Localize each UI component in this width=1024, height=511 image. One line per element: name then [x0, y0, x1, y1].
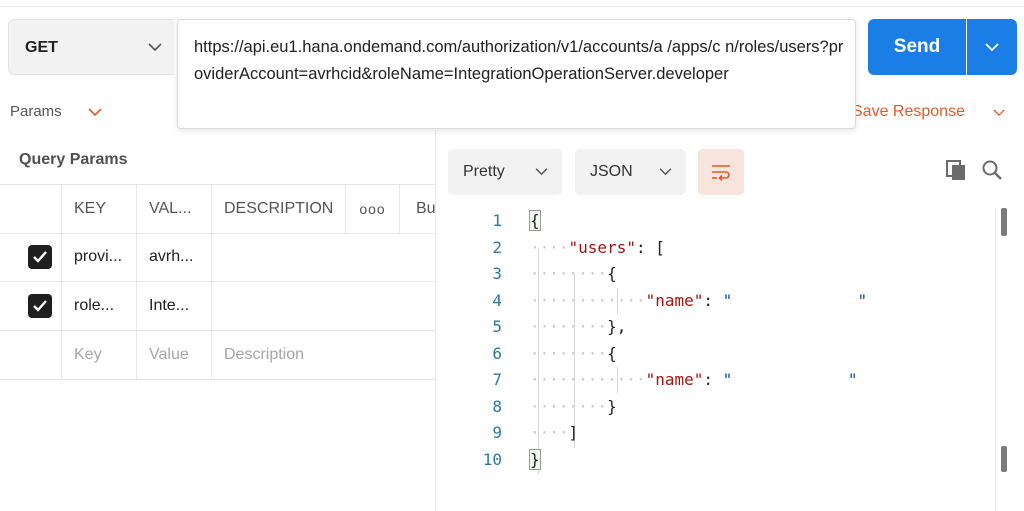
- param-value-cell[interactable]: Inte...: [137, 282, 212, 330]
- param-checkbox[interactable]: [28, 294, 52, 318]
- json-punct: : [: [635, 237, 665, 257]
- method-label: GET: [25, 39, 58, 56]
- line-number: 5: [492, 317, 502, 336]
- json-bracket: }: [529, 448, 541, 470]
- response-body-viewer[interactable]: 1 { 2 ····"users": [ 3 ········{ 4 ·····…: [436, 208, 996, 498]
- format-type-select[interactable]: JSON: [575, 149, 686, 195]
- param-key-cell[interactable]: role...: [62, 282, 137, 330]
- json-punct: ]: [568, 423, 579, 442]
- url-input[interactable]: https://api.eu1.hana.ondemand.com/author…: [177, 19, 856, 129]
- code-line: 10 }: [436, 447, 996, 474]
- code-line: 2 ····"users": [: [436, 235, 996, 262]
- header-checkbox-cell: [0, 185, 62, 233]
- line-number: 2: [492, 237, 502, 257]
- whitespace: ············: [530, 370, 646, 389]
- whitespace: ········: [530, 317, 608, 336]
- line-number: 9: [492, 423, 502, 442]
- chevron-down-icon: [659, 168, 672, 176]
- url-text: https://api.eu1.hana.ondemand.com/author…: [194, 38, 844, 83]
- scrollbar-thumb[interactable]: [1001, 208, 1007, 236]
- param-value-cell[interactable]: avrh...: [137, 233, 212, 281]
- json-key: "name": [645, 290, 704, 310]
- header-key: KEY: [62, 185, 137, 233]
- json-punct: {: [607, 343, 617, 363]
- param-description-cell[interactable]: [212, 282, 435, 330]
- table-header-row: KEY VAL... DESCRIPTION ooo Bu: [0, 184, 435, 234]
- json-bracket: {: [529, 210, 541, 231]
- code-line: 4 ············"name": " ": [436, 288, 996, 315]
- table-row: provi... avrh...: [0, 233, 435, 282]
- viewer-edge: [995, 208, 996, 511]
- new-key-input[interactable]: Key: [62, 331, 137, 379]
- json-punct: :: [703, 290, 723, 310]
- row-checkbox-cell: [0, 233, 62, 281]
- query-params-title: Query Params: [19, 151, 128, 168]
- param-key-cell[interactable]: provi...: [62, 233, 137, 281]
- search-icon[interactable]: [981, 159, 1003, 181]
- line-number: 4: [492, 290, 502, 310]
- chevron-down-icon: [535, 168, 548, 176]
- whitespace: ········: [530, 396, 608, 416]
- header-description: DESCRIPTION: [212, 185, 346, 233]
- format-mode-label: Pretty: [463, 163, 505, 180]
- json-key: "name": [645, 370, 704, 389]
- format-type-label: JSON: [590, 163, 633, 180]
- new-value-input[interactable]: Value: [137, 331, 212, 379]
- json-punct: :: [703, 370, 723, 389]
- tab-params[interactable]: Params: [10, 103, 62, 120]
- line-number: 7: [492, 370, 502, 389]
- method-selector[interactable]: GET: [8, 19, 174, 75]
- code-line: 9 ····]: [436, 420, 996, 447]
- row-checkbox-cell: [0, 331, 62, 379]
- code-line: 8 ········}: [436, 394, 996, 421]
- code-line: 6 ········{: [436, 341, 996, 368]
- whitespace: ············: [530, 290, 646, 310]
- checkmark-icon: [33, 251, 47, 263]
- row-checkbox-cell: [0, 282, 62, 330]
- chevron-down-icon[interactable]: [88, 107, 102, 117]
- send-button[interactable]: Send: [868, 19, 966, 75]
- code-line: 1 {: [436, 208, 996, 235]
- param-description-cell[interactable]: [212, 233, 435, 281]
- chevron-down-icon: [148, 43, 162, 52]
- more-options-button[interactable]: ooo: [346, 185, 400, 233]
- whitespace: ········: [530, 343, 608, 363]
- scrollbar-thumb[interactable]: [1001, 446, 1007, 472]
- checkmark-icon: [33, 300, 47, 312]
- format-mode-select[interactable]: Pretty: [448, 149, 562, 195]
- json-punct: {: [607, 264, 617, 283]
- send-dropdown-button[interactable]: [967, 19, 1017, 75]
- copy-icon[interactable]: [945, 159, 967, 181]
- send-label: Send: [893, 36, 941, 57]
- top-divider: [0, 6, 1024, 7]
- whitespace: ····: [530, 237, 569, 257]
- code-line: 7 ············"name": " ": [436, 367, 996, 394]
- line-number: 3: [492, 264, 502, 283]
- param-checkbox[interactable]: [28, 245, 52, 269]
- code-line: 5 ········},: [436, 314, 996, 341]
- json-punct: },: [607, 317, 627, 336]
- json-string: " ": [722, 290, 868, 310]
- whitespace: ········: [530, 264, 608, 283]
- whitespace: ····: [530, 423, 569, 442]
- json-punct: }: [607, 396, 617, 416]
- line-number: 8: [492, 396, 502, 416]
- table-row-new: Key Value Description: [0, 331, 435, 380]
- code-line: 3 ········{: [436, 261, 996, 288]
- chevron-down-icon[interactable]: [993, 108, 1005, 117]
- json-key: "users": [568, 237, 636, 257]
- save-response-button[interactable]: Save Response: [852, 103, 965, 121]
- line-number: 1: [492, 211, 502, 230]
- new-description-input[interactable]: Description: [212, 331, 435, 379]
- wrap-lines-button[interactable]: [698, 149, 744, 195]
- table-row: role... Inte...: [0, 282, 435, 331]
- bulk-edit-button[interactable]: Bu: [400, 185, 435, 233]
- chevron-down-icon: [985, 43, 999, 52]
- json-string: " ": [722, 370, 858, 389]
- wrap-lines-icon: [712, 165, 730, 181]
- line-number: 10: [482, 449, 502, 469]
- line-number: 6: [492, 343, 502, 363]
- header-value: VAL...: [137, 185, 212, 233]
